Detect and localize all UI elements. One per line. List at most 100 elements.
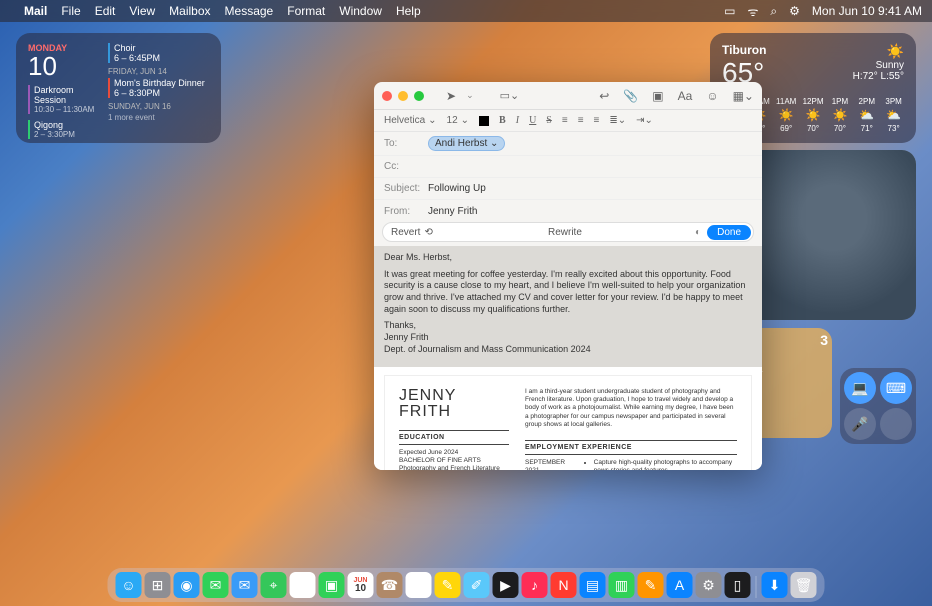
dock-finder[interactable]: ☺ — [116, 572, 142, 598]
underline-button[interactable]: U — [529, 115, 536, 126]
body-area[interactable]: Dear Ms. Herbst, It was great meeting fo… — [374, 246, 762, 470]
photo-icon[interactable]: ▣ — [652, 89, 663, 103]
dock-reminders[interactable]: ☑ — [406, 572, 432, 598]
dock-iphone[interactable]: ▯ — [725, 572, 751, 598]
revert-button[interactable]: Revert ⟲ — [383, 227, 441, 238]
dock-keynote[interactable]: ▤ — [580, 572, 606, 598]
indent-icon[interactable]: ⇥⌄ — [636, 115, 653, 126]
tips-badge: 3 — [820, 332, 828, 348]
emoji-icon[interactable]: ☺ — [706, 89, 718, 103]
continuity-widget[interactable]: 💻 ⌨ 🎤 — [840, 368, 916, 444]
menu-help[interactable]: Help — [396, 4, 421, 18]
body-sig: Jenny Frith — [384, 332, 429, 342]
dock-freeform[interactable]: ✐ — [464, 572, 490, 598]
dock-messages[interactable]: ✉ — [203, 572, 229, 598]
format-icon[interactable]: Aa — [678, 89, 693, 103]
cal-event[interactable]: Qigong2 – 3:30PM — [28, 120, 98, 139]
resume-attachment[interactable]: JENNY FRITH EDUCATION Expected June 2024… — [384, 375, 752, 471]
rewrite-toolbar: Revert ⟲ Rewrite ◐ Done — [382, 222, 754, 242]
education-heading: EDUCATION — [399, 430, 509, 445]
dock-photos[interactable]: ✿ — [290, 572, 316, 598]
weather-location: Tiburon — [722, 43, 766, 57]
dock-news[interactable]: N — [551, 572, 577, 598]
dock-mail[interactable]: ✉ — [232, 572, 258, 598]
subject-field[interactable]: Following Up — [428, 183, 752, 194]
list-icon[interactable]: ≣⌄ — [609, 115, 626, 126]
body-sig: Thanks, — [384, 320, 416, 330]
chevron-down-icon[interactable]: ⌄ — [466, 90, 474, 101]
mic-icon[interactable]: 🎤 — [844, 408, 876, 440]
message-body[interactable]: Dear Ms. Herbst, It was great meeting fo… — [374, 246, 762, 367]
font-select[interactable]: Helvetica ⌄ — [384, 115, 437, 126]
markup-icon[interactable]: ▦⌄ — [733, 89, 754, 103]
cal-event[interactable]: Darkroom Session10:30 – 11:30AM — [28, 85, 98, 114]
menu-mailbox[interactable]: Mailbox — [169, 4, 210, 18]
dock-notes[interactable]: ✎ — [435, 572, 461, 598]
empty-control[interactable] — [880, 408, 912, 440]
header-fields-icon[interactable]: ▭⌄ — [500, 89, 520, 102]
done-button[interactable]: Done — [707, 225, 751, 240]
experience-heading: EMPLOYMENT EXPERIENCE — [525, 440, 737, 455]
dock-trash[interactable]: 🗑 — [791, 572, 817, 598]
dock-calendar[interactable]: JUN10 — [348, 572, 374, 598]
calendar-widget[interactable]: MONDAY 10 Darkroom Session10:30 – 11:30A… — [16, 33, 221, 143]
dock-pages[interactable]: ✎ — [638, 572, 664, 598]
dock-appstore[interactable]: A — [667, 572, 693, 598]
cc-row[interactable]: Cc: — [374, 156, 762, 178]
dock-settings[interactable]: ⚙ — [696, 572, 722, 598]
sun-icon: ☀️ — [853, 43, 904, 60]
weather-hour: 3PM⛅73° — [883, 97, 904, 133]
dock-facetime[interactable]: ▣ — [319, 572, 345, 598]
menu-window[interactable]: Window — [339, 4, 382, 18]
to-row[interactable]: To: Andi Herbst ⌄ — [374, 132, 762, 156]
to-recipient[interactable]: Andi Herbst ⌄ — [428, 136, 505, 151]
align-right-icon[interactable]: ≡ — [594, 115, 600, 126]
subject-row[interactable]: Subject: Following Up — [374, 178, 762, 200]
from-row[interactable]: From: Jenny Frith — [374, 200, 762, 222]
bold-button[interactable]: B — [499, 115, 506, 126]
dock-numbers[interactable]: ▥ — [609, 572, 635, 598]
spotlight-icon[interactable]: ⌕ — [770, 4, 777, 19]
rewrite-label[interactable]: Rewrite — [441, 227, 689, 238]
menu-message[interactable]: Message — [225, 4, 274, 18]
dock-downloads[interactable]: ⬇ — [762, 572, 788, 598]
dock: ☺⊞◉✉✉⌖✿▣JUN10☎☑✎✐▶♪N▤▥✎A⚙▯⬇🗑 — [108, 568, 825, 602]
cal-event[interactable]: Choir6 – 6:45PM — [108, 43, 209, 63]
body-paragraph: It was great meeting for coffee yesterda… — [384, 269, 752, 316]
control-center-icon[interactable]: ⚙ — [789, 4, 800, 18]
size-select[interactable]: 12 ⌄ — [447, 115, 470, 126]
menu-format[interactable]: Format — [287, 4, 325, 18]
laptop-icon[interactable]: 💻 — [844, 372, 876, 404]
dock-launchpad[interactable]: ⊞ — [145, 572, 171, 598]
app-menu[interactable]: Mail — [24, 4, 47, 18]
italic-button[interactable]: I — [516, 115, 519, 126]
body-greeting: Dear Ms. Herbst, — [384, 252, 752, 264]
dock-maps[interactable]: ⌖ — [261, 572, 287, 598]
menu-edit[interactable]: Edit — [95, 4, 116, 18]
dock-music[interactable]: ♪ — [522, 572, 548, 598]
keyboard-icon[interactable]: ⌨ — [880, 372, 912, 404]
weather-hilo: H:72° L:55° — [853, 71, 904, 82]
align-left-icon[interactable]: ≡ — [562, 115, 568, 126]
cal-more[interactable]: 1 more event — [108, 113, 209, 122]
wifi-icon[interactable]: ᯤ — [747, 3, 758, 20]
align-center-icon[interactable]: ≡ — [578, 115, 584, 126]
strike-button[interactable]: S — [546, 115, 552, 126]
dock-safari[interactable]: ◉ — [174, 572, 200, 598]
dock-tv[interactable]: ▶ — [493, 572, 519, 598]
minimize-button[interactable] — [398, 91, 408, 101]
dock-contacts[interactable]: ☎ — [377, 572, 403, 598]
reply-icon[interactable]: ↩ — [599, 89, 609, 103]
zoom-button[interactable] — [414, 91, 424, 101]
clock[interactable]: Mon Jun 10 9:41 AM — [812, 4, 922, 18]
rewrite-options-icon[interactable]: ◐ — [689, 227, 707, 238]
send-icon[interactable]: ➤ — [446, 89, 456, 103]
attach-icon[interactable]: 📎 — [623, 89, 638, 103]
close-button[interactable] — [382, 91, 392, 101]
menu-file[interactable]: File — [61, 4, 80, 18]
from-field[interactable]: Jenny Frith — [428, 206, 752, 217]
battery-icon[interactable]: ▭ — [724, 4, 735, 18]
cal-event[interactable]: Mom's Birthday Dinner6 – 8:30PM — [108, 78, 209, 98]
color-swatch[interactable] — [479, 116, 489, 126]
menu-view[interactable]: View — [129, 4, 155, 18]
